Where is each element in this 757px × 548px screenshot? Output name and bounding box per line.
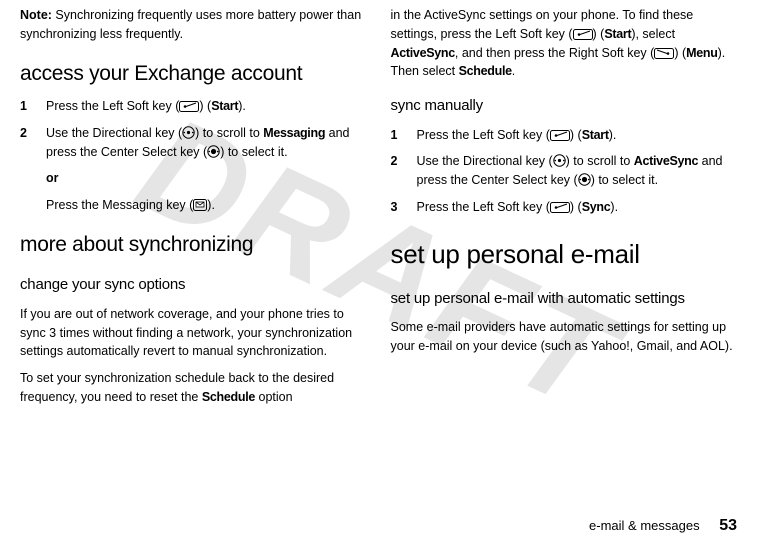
paragraph-auto-providers: Some e-mail providers have automatic set… bbox=[391, 318, 738, 356]
step-number: 2 bbox=[20, 124, 32, 162]
subheading-auto-settings: set up personal e-mail with automatic se… bbox=[391, 288, 738, 311]
step-2: 2 Use the Directional key ( ) to scroll t… bbox=[391, 152, 738, 190]
left-softkey-icon bbox=[550, 202, 570, 213]
paragraph-network-coverage: If you are out of network coverage, and … bbox=[20, 305, 367, 361]
step-2-alt: Press the Messaging key (). bbox=[46, 196, 367, 215]
page-footer: e-mail & messages 53 bbox=[589, 514, 737, 538]
step-3: 3 Press the Left Soft key ( ) (Sync). bbox=[391, 198, 738, 217]
messaging-key-icon bbox=[193, 199, 207, 211]
footer-section: e-mail & messages bbox=[589, 518, 700, 533]
center-select-icon bbox=[207, 145, 220, 158]
right-column: in the ActiveSync settings on your phone… bbox=[391, 6, 738, 415]
text: . bbox=[512, 64, 515, 78]
text: option bbox=[255, 390, 293, 404]
paragraph-continued: in the ActiveSync settings on your phone… bbox=[391, 6, 738, 81]
text: Press the Left Soft key ( bbox=[46, 99, 179, 113]
left-softkey-icon bbox=[573, 29, 593, 40]
step-body: Press the Left Soft key ( ) (Start). bbox=[417, 126, 738, 145]
text: Use the Directional key ( bbox=[46, 126, 182, 140]
page-number: 53 bbox=[719, 517, 737, 534]
start-label: Start bbox=[582, 128, 609, 142]
start-label: Start bbox=[211, 99, 238, 113]
step-1: 1 Press the Left Soft key ( ) (Start). bbox=[391, 126, 738, 145]
menu-label: Menu bbox=[686, 46, 717, 60]
right-softkey-icon bbox=[654, 48, 674, 59]
text: ). bbox=[238, 99, 246, 113]
note-paragraph: Note: Synchronizing frequently uses more… bbox=[20, 6, 367, 44]
directional-key-icon bbox=[553, 154, 566, 167]
step-body: Press the Left Soft key ( ) (Sync). bbox=[417, 198, 738, 217]
sync-label: Sync bbox=[582, 200, 611, 214]
schedule-label: Schedule bbox=[459, 64, 512, 78]
text: ) ( bbox=[570, 200, 582, 214]
step-number: 1 bbox=[20, 97, 32, 116]
schedule-label: Schedule bbox=[202, 390, 255, 404]
step-number: 2 bbox=[391, 152, 403, 190]
subheading-sync-manually: sync manually bbox=[391, 95, 738, 118]
step-body: Press the Left Soft key ( ) (Start). bbox=[46, 97, 367, 116]
text: ) to select it. bbox=[220, 145, 287, 159]
text: Press the Messaging key ( bbox=[46, 198, 193, 212]
text: ) ( bbox=[199, 99, 211, 113]
text: ) to select it. bbox=[591, 173, 658, 187]
text: ). bbox=[207, 198, 215, 212]
step-number: 3 bbox=[391, 198, 403, 217]
paragraph-reset-schedule: To set your synchronization schedule bac… bbox=[20, 369, 367, 407]
heading-personal-email: set up personal e-mail bbox=[391, 235, 738, 274]
text: ), select bbox=[631, 27, 675, 41]
subheading-change-sync: change your sync options bbox=[20, 274, 367, 297]
text: ). bbox=[610, 200, 618, 214]
step-1: 1 Press the Left Soft key ( ) (Start). bbox=[20, 97, 367, 116]
activesync-label: ActiveSync bbox=[634, 154, 698, 168]
step-body: Use the Directional key () to scroll to … bbox=[417, 152, 738, 190]
step-number: 1 bbox=[391, 126, 403, 145]
text: ) to scroll to bbox=[195, 126, 263, 140]
left-column: Note: Synchronizing frequently uses more… bbox=[20, 6, 367, 415]
text: Use the Directional key ( bbox=[417, 154, 553, 168]
text: Press the Left Soft key ( bbox=[417, 128, 550, 142]
or-label: or bbox=[46, 169, 367, 188]
heading-access-exchange: access your Exchange account bbox=[20, 58, 367, 90]
center-select-icon bbox=[578, 173, 591, 186]
text: ) to scroll to bbox=[566, 154, 634, 168]
step-body: Use the Directional key () to scroll to … bbox=[46, 124, 367, 162]
text: Press the Left Soft key ( bbox=[417, 200, 550, 214]
note-text: Synchronizing frequently uses more batte… bbox=[20, 8, 361, 41]
text: ). bbox=[609, 128, 617, 142]
start-label: Start bbox=[604, 27, 631, 41]
text: ) ( bbox=[674, 46, 686, 60]
messaging-label: Messaging bbox=[263, 126, 325, 140]
directional-key-icon bbox=[182, 126, 195, 139]
text: ) ( bbox=[570, 128, 582, 142]
page-content: Note: Synchronizing frequently uses more… bbox=[0, 0, 757, 415]
activesync-label: ActiveSync bbox=[391, 46, 455, 60]
left-softkey-icon bbox=[179, 101, 199, 112]
text: , and then press the Right Soft key ( bbox=[455, 46, 654, 60]
text: ) ( bbox=[593, 27, 605, 41]
step-2: 2 Use the Directional key ( ) to scroll t… bbox=[20, 124, 367, 162]
heading-more-sync: more about synchronizing bbox=[20, 229, 367, 261]
note-label: Note: bbox=[20, 8, 52, 22]
left-softkey-icon bbox=[550, 130, 570, 141]
